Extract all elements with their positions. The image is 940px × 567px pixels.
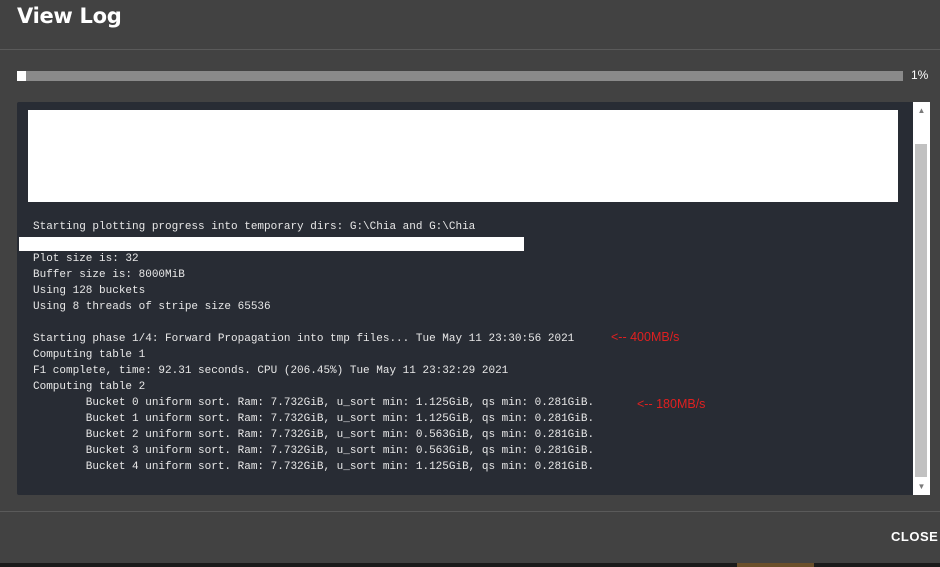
speed-annotation: <-- 400MB/s	[611, 330, 680, 344]
plot-progress-bar	[17, 71, 903, 81]
log-line: Bucket 0 uniform sort. Ram: 7.732GiB, u_…	[33, 397, 595, 409]
scrollbar-thumb[interactable]	[915, 144, 927, 477]
progress-percent-label: 1%	[911, 68, 929, 82]
log-clipped-line	[17, 102, 913, 105]
log-line: Starting phase 1/4: Forward Propagation …	[33, 333, 575, 345]
log-line: Plot size is: 32	[33, 253, 139, 265]
header-divider	[0, 49, 940, 50]
log-line: Bucket 4 uniform sort. Ram: 7.732GiB, u_…	[33, 461, 595, 473]
scroll-up-arrow-icon[interactable]: ▲	[913, 102, 930, 119]
log-line: Bucket 2 uniform sort. Ram: 7.732GiB, u_…	[33, 429, 595, 441]
view-log-dialog: View Log 1% Starting plotting progress i…	[0, 0, 940, 567]
progress-fill	[17, 71, 26, 81]
scroll-down-arrow-icon[interactable]: ▼	[913, 478, 930, 495]
footer-divider	[0, 511, 940, 512]
log-line: Using 8 threads of stripe size 65536	[33, 301, 271, 313]
log-output-panel[interactable]: Starting plotting progress into temporar…	[17, 102, 930, 495]
log-line: Computing table 1	[33, 349, 146, 361]
close-button[interactable]: CLOSE	[880, 522, 940, 552]
log-line: Buffer size is: 8000MiB	[33, 269, 185, 281]
log-line: Bucket 3 uniform sort. Ram: 7.732GiB, u_…	[33, 445, 595, 457]
log-line: Computing table 2	[33, 381, 146, 393]
log-line: Using 128 buckets	[33, 285, 146, 297]
speed-annotation: <-- 180MB/s	[637, 397, 706, 411]
log-line: Starting plotting progress into temporar…	[33, 221, 476, 233]
log-scrollbar[interactable]: ▲ ▼	[913, 102, 930, 495]
redacted-block	[28, 110, 898, 202]
log-line: F1 complete, time: 92.31 seconds. CPU (2…	[33, 365, 509, 377]
underlying-page-accent	[737, 563, 814, 567]
dialog-title: View Log	[17, 4, 122, 28]
log-line: Bucket 1 uniform sort. Ram: 7.732GiB, u_…	[33, 413, 595, 425]
redacted-line	[19, 237, 524, 251]
